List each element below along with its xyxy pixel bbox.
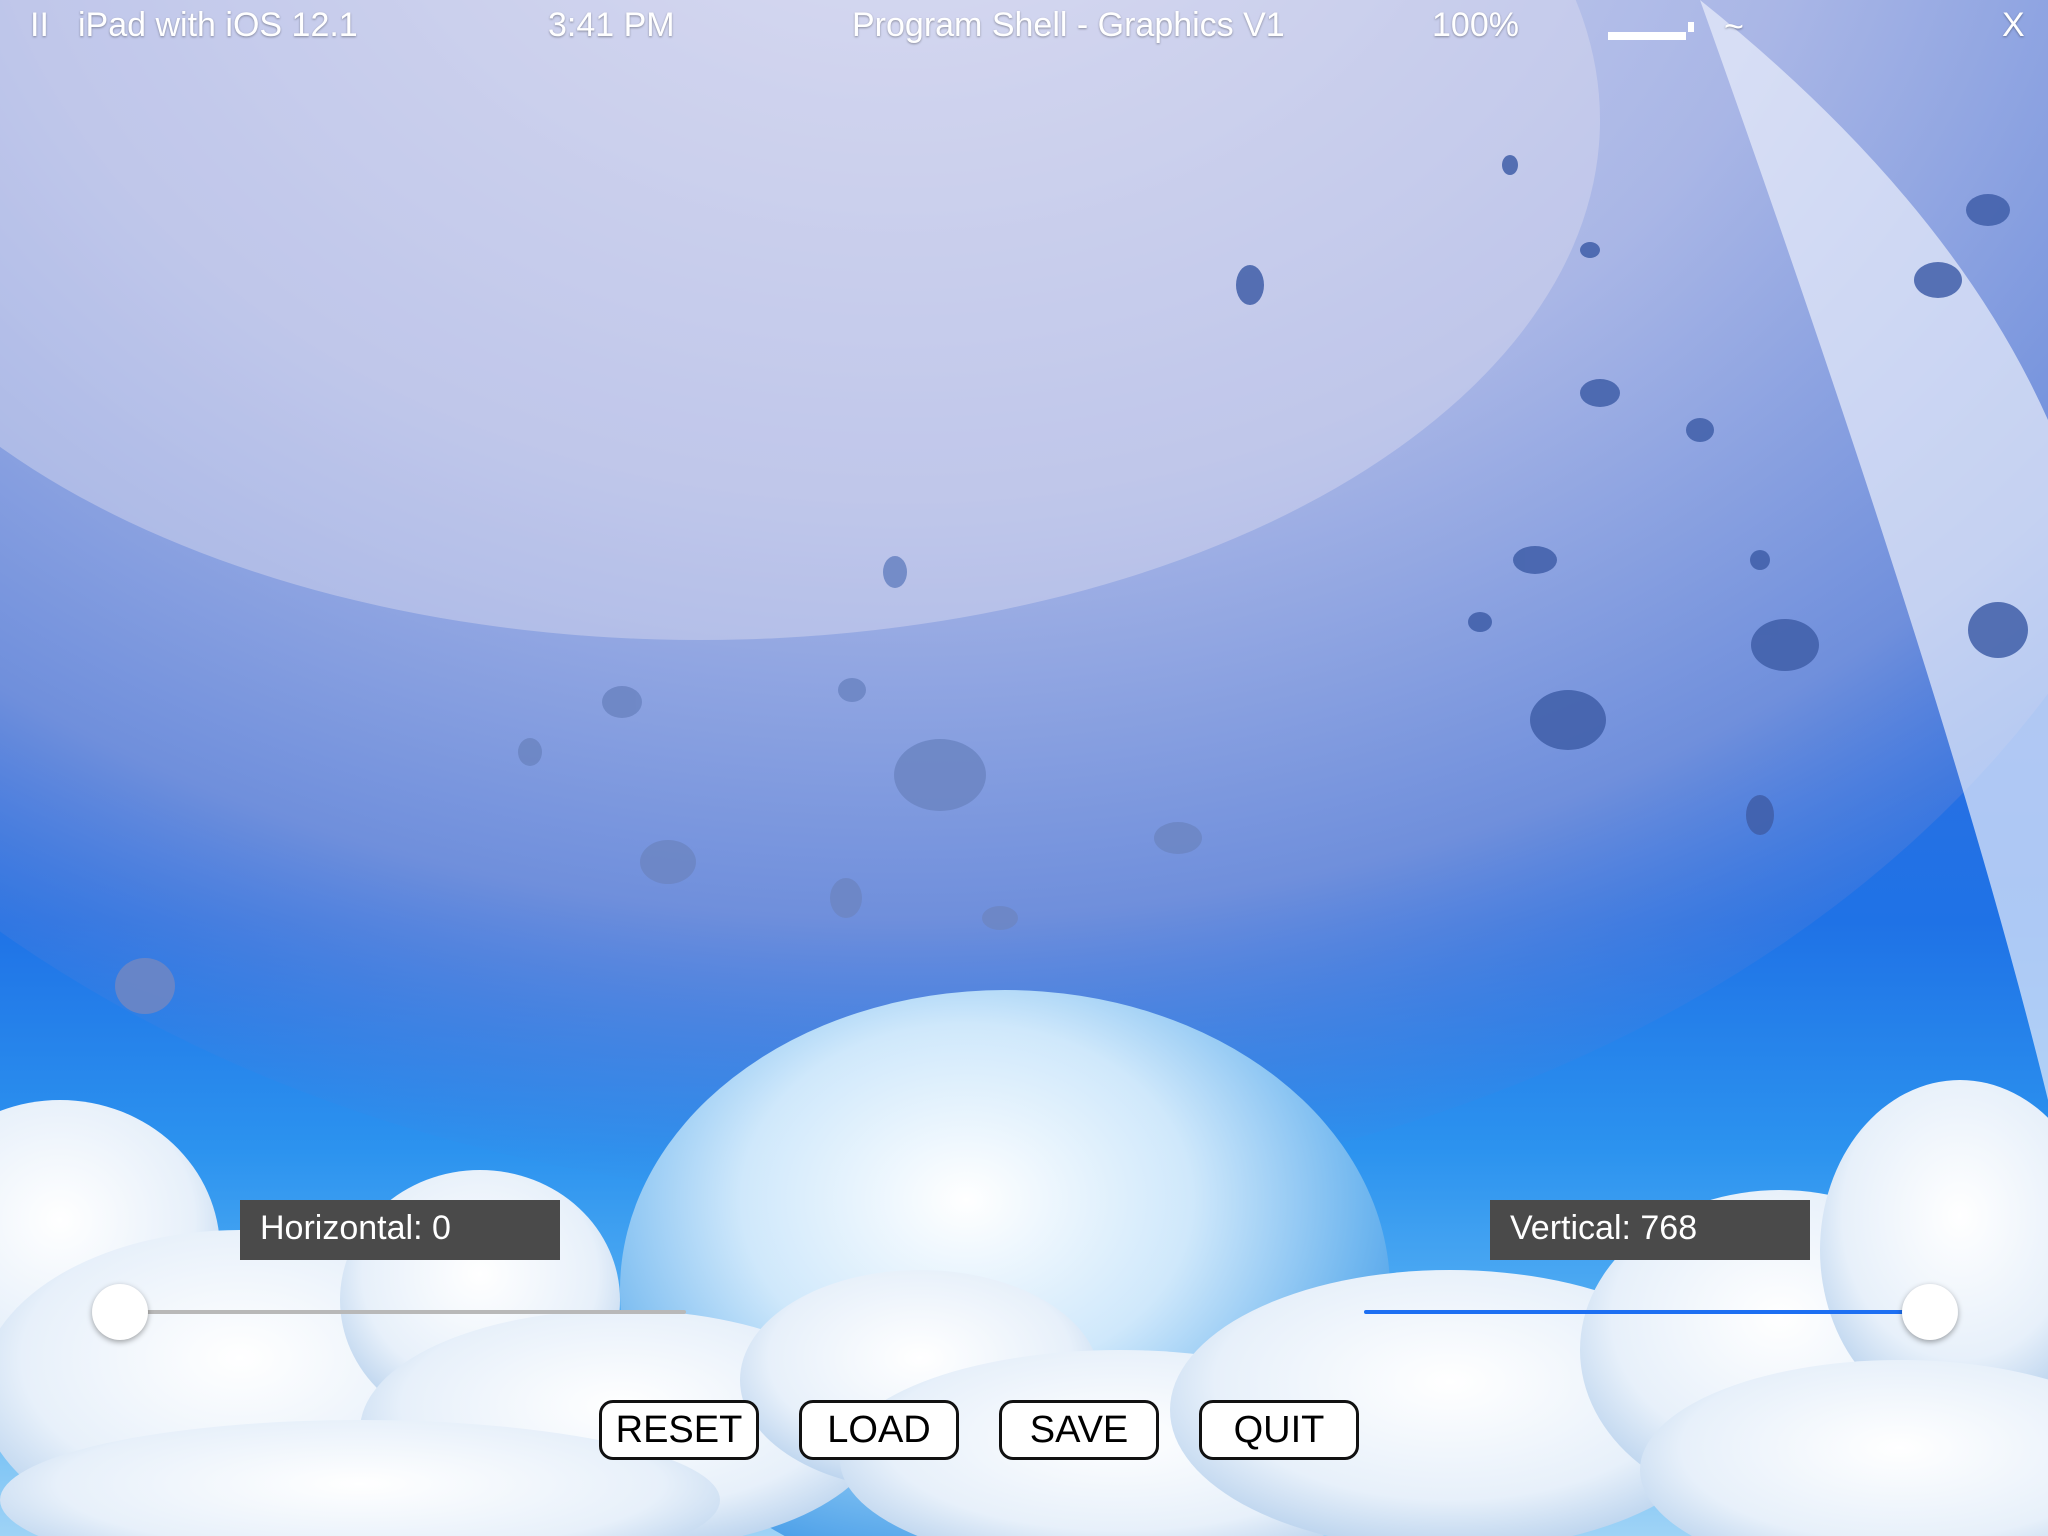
save-button[interactable]: SAVE [999, 1400, 1159, 1460]
vertical-slider[interactable] [1364, 1282, 1958, 1342]
load-button[interactable]: LOAD [799, 1400, 959, 1460]
app-title: Program Shell - Graphics V1 [852, 6, 1285, 44]
vertical-slider-track[interactable] [1364, 1310, 1958, 1314]
reset-button[interactable]: RESET [599, 1400, 759, 1460]
device-name: iPad with iOS 12.1 [78, 6, 358, 44]
wifi-icon: ~ [1724, 8, 1744, 46]
battery-percent: 100% [1432, 6, 1519, 44]
horizontal-value-label: Horizontal: 0 [240, 1200, 560, 1260]
vertical-slider-thumb[interactable] [1902, 1284, 1958, 1340]
battery-icon [1608, 16, 1694, 40]
clock-time: 3:41 PM [548, 6, 675, 44]
horizontal-slider[interactable] [92, 1282, 686, 1342]
quit-button[interactable]: QUIT [1199, 1400, 1359, 1460]
horizontal-slider-thumb[interactable] [92, 1284, 148, 1340]
vertical-value-label: Vertical: 768 [1490, 1200, 1810, 1260]
status-bar: II iPad with iOS 12.1 3:41 PM Program Sh… [0, 0, 2048, 52]
pause-icon[interactable]: II [30, 6, 49, 45]
close-button[interactable]: X [2002, 6, 2025, 45]
horizontal-slider-track[interactable] [92, 1310, 686, 1314]
